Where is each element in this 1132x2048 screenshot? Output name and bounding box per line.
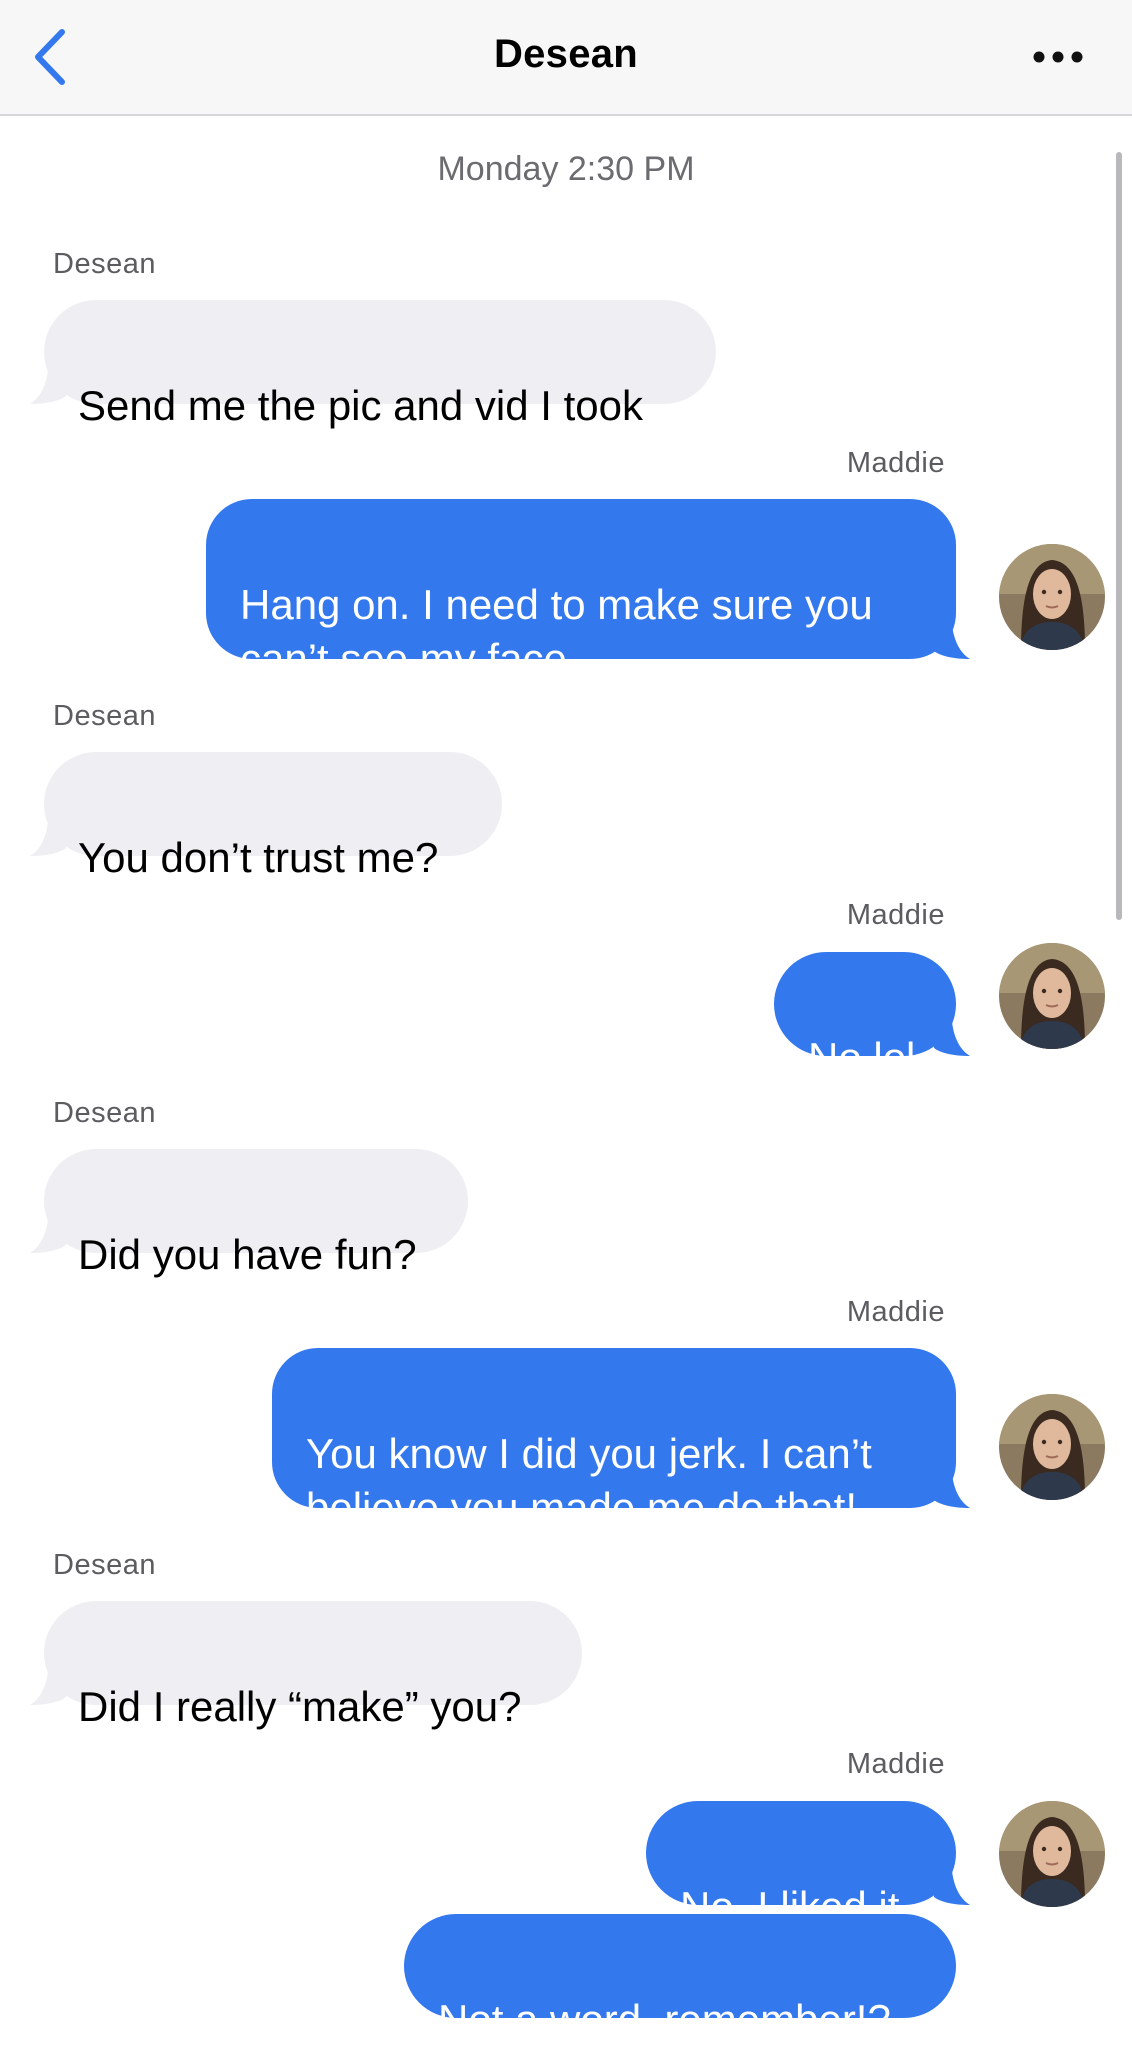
sender-label: Maddie bbox=[846, 447, 945, 479]
bubble-tail bbox=[30, 1671, 66, 1705]
message-text: Hang on. I need to make sure you can’t s… bbox=[240, 581, 873, 682]
message-bubble-incoming[interactable]: Did you have fun? bbox=[30, 1149, 468, 1278]
message-text: Did you have fun? bbox=[78, 1231, 417, 1278]
ellipsis-icon bbox=[1032, 44, 1084, 70]
message-bubble-incoming[interactable]: You don’t trust me? bbox=[30, 752, 502, 881]
message-text: Send me the pic and vid I took bbox=[78, 382, 644, 429]
message-bubble-outgoing[interactable]: Not a word, remember!? bbox=[404, 1914, 956, 2043]
message-bubble-outgoing[interactable]: No lol bbox=[774, 952, 970, 1081]
avatar[interactable] bbox=[999, 1801, 1105, 1907]
sender-label: Maddie bbox=[846, 899, 945, 931]
bubble-tail bbox=[30, 1219, 66, 1253]
sender-label: Desean bbox=[53, 1097, 156, 1129]
chat-screen: Desean Monday 2:30 PM Desean Send me the… bbox=[0, 0, 1132, 2048]
scroll-indicator[interactable] bbox=[1116, 152, 1122, 920]
chat-header: Desean bbox=[0, 0, 1132, 116]
sender-label: Maddie bbox=[846, 1296, 945, 1328]
bubble-tail bbox=[30, 370, 66, 404]
sender-label: Maddie bbox=[846, 1748, 945, 1780]
message-text: Not a word, remember!? bbox=[438, 1996, 891, 2043]
message-text: You don’t trust me? bbox=[78, 834, 439, 881]
bubble-tail bbox=[934, 1022, 970, 1056]
conversation-timestamp: Monday 2:30 PM bbox=[437, 150, 695, 188]
bubble-tail bbox=[934, 1474, 970, 1508]
bubble-tail bbox=[934, 1871, 970, 1905]
bubble-tail bbox=[934, 625, 970, 659]
sender-label: Desean bbox=[53, 700, 156, 732]
message-text: No lol bbox=[808, 1034, 916, 1081]
more-options-button[interactable] bbox=[1032, 44, 1084, 70]
message-bubble-incoming[interactable]: Send me the pic and vid I took bbox=[30, 300, 716, 429]
message-bubble-outgoing[interactable]: You know I did you jerk. I can’t believe… bbox=[272, 1348, 970, 1531]
message-bubble-incoming[interactable]: Did I really “make” you? bbox=[30, 1601, 582, 1730]
message-bubble-outgoing[interactable]: No. I liked it. bbox=[646, 1801, 970, 1930]
message-bubble-outgoing[interactable]: Hang on. I need to make sure you can’t s… bbox=[206, 499, 970, 682]
sender-label: Desean bbox=[53, 1549, 156, 1581]
conversation-title[interactable]: Desean bbox=[0, 32, 1132, 77]
avatar[interactable] bbox=[999, 943, 1105, 1049]
sender-label: Desean bbox=[53, 248, 156, 280]
avatar[interactable] bbox=[999, 1394, 1105, 1500]
avatar[interactable] bbox=[999, 544, 1105, 650]
message-text: Did I really “make” you? bbox=[78, 1683, 522, 1730]
bubble-tail bbox=[30, 822, 66, 856]
message-text: You know I did you jerk. I can’t believe… bbox=[306, 1430, 872, 1531]
